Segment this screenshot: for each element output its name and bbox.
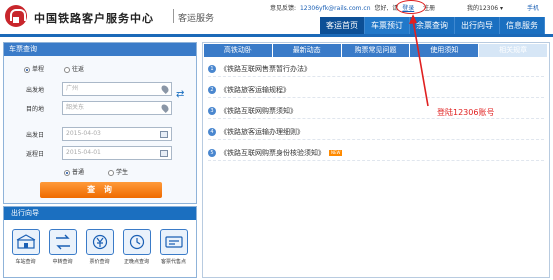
- calendar-icon[interactable]: [160, 131, 168, 138]
- round-trip-label: 往返: [71, 66, 84, 73]
- list-item[interactable]: 4 《铁路旅客运输办理细则》: [208, 126, 544, 140]
- notice-link[interactable]: 《铁路旅客运输规程》: [220, 86, 290, 94]
- guide-item-delay[interactable]: 正晚点查询: [118, 229, 155, 265]
- location-pin-icon[interactable]: [160, 103, 170, 113]
- guide-label: 票价查询: [89, 259, 110, 265]
- feedback-email-link[interactable]: 12306yfk@rails.com.cn: [300, 5, 371, 12]
- ticket-search-panel: 车票查询 单程 往返 出发地 广州 目的地 韶关东 ⇄ 出发日 2015-04-…: [3, 42, 197, 204]
- to-station-value: 韶关东: [66, 104, 85, 111]
- notice-link[interactable]: 《铁路互联网购票身份核验须知》: [220, 149, 325, 157]
- list-item[interactable]: 2 《铁路旅客运输规程》: [208, 84, 544, 98]
- tab-faq[interactable]: 购票常见问题: [341, 44, 411, 57]
- railway-logo-icon[interactable]: [5, 5, 27, 27]
- nav-item-home[interactable]: 客运首页: [320, 17, 365, 34]
- location-pin-icon[interactable]: [160, 84, 170, 94]
- depart-date-label: 出发日: [26, 132, 45, 139]
- nav-item-booking[interactable]: 车票预订: [365, 17, 410, 34]
- site-name: 中国铁路客户服务中心: [34, 12, 154, 25]
- notice-link[interactable]: 《铁路旅客运输办理细则》: [220, 128, 304, 136]
- greeting-text: 您好,: [374, 5, 389, 12]
- guide-item-station[interactable]: 车站查询: [7, 229, 44, 265]
- feedback-label: 意见反馈:: [270, 5, 297, 12]
- tab-usage-notes[interactable]: 使用须知: [410, 44, 480, 57]
- nav-item-remaining-tickets[interactable]: 余票查询: [410, 17, 455, 34]
- to-label: 目的地: [26, 106, 45, 113]
- guide-panel-title: 出行向导: [4, 207, 196, 220]
- passenger-type-group: 普通 学生: [64, 167, 150, 176]
- one-way-option[interactable]: 单程: [24, 66, 44, 73]
- student-label: 学生: [115, 169, 128, 176]
- guide-item-agency[interactable]: 客票代售点: [155, 229, 192, 265]
- travel-guide-panel: 出行向导 车站查询 中转查询 票价查询 正晚点查询 客票代售点: [3, 206, 197, 278]
- annotation-text: 登陆12306账号: [437, 108, 495, 117]
- return-date-label: 返程日: [26, 151, 45, 158]
- nav-item-travel-guide[interactable]: 出行向导: [455, 17, 500, 34]
- mobile-link[interactable]: 手机: [527, 3, 539, 12]
- normal-label: 普通: [72, 169, 85, 176]
- return-date-value: 2015-04-01: [66, 149, 101, 156]
- transfer-icon[interactable]: [48, 229, 77, 255]
- guide-label: 正晚点查询: [123, 259, 149, 265]
- guide-items: 车站查询 中转查询 票价查询 正晚点查询 客票代售点: [7, 229, 192, 265]
- guide-label: 客票代售点: [160, 259, 186, 265]
- round-trip-option[interactable]: 往返: [63, 66, 84, 73]
- login-highlight-circle: [396, 0, 426, 14]
- notice-link[interactable]: 《铁路互联网售票暂行办法》: [220, 65, 311, 73]
- calendar-icon[interactable]: [160, 150, 168, 157]
- item-number: 5: [208, 149, 216, 157]
- to-station-field[interactable]: 韶关东: [62, 101, 172, 115]
- item-number: 4: [208, 128, 216, 136]
- from-label: 出发地: [26, 87, 45, 94]
- item-number: 2: [208, 86, 216, 94]
- header-bottom-bar: [0, 34, 553, 37]
- price-icon[interactable]: [85, 229, 114, 255]
- search-panel-title: 车票查询: [4, 43, 196, 56]
- student-option[interactable]: 学生: [107, 169, 128, 176]
- agency-icon[interactable]: [159, 229, 188, 255]
- normal-option[interactable]: 普通: [64, 169, 84, 176]
- query-button[interactable]: 查 询: [40, 182, 162, 198]
- one-way-radio[interactable]: [24, 66, 30, 73]
- tab-high-speed[interactable]: 高铁动卧: [204, 44, 273, 57]
- notice-link[interactable]: 《铁路互联网购票须知》: [220, 107, 297, 115]
- content-tabs: 高铁动卧 最新动态 购票常见问题 使用须知 相关规章: [204, 44, 548, 57]
- clock-icon[interactable]: [122, 229, 151, 255]
- list-item[interactable]: 1 《铁路互联网售票暂行办法》: [208, 63, 544, 77]
- my-account-menu[interactable]: 我的12306 ▾: [467, 3, 503, 12]
- from-station-field[interactable]: 广州: [62, 82, 172, 96]
- tab-latest-news[interactable]: 最新动态: [272, 44, 342, 57]
- trip-type-group: 单程 往返: [24, 64, 102, 73]
- header-divider: [173, 9, 174, 23]
- nav-item-info-service[interactable]: 信息服务: [500, 17, 545, 34]
- from-station-value: 广州: [66, 85, 79, 92]
- depart-date-field[interactable]: 2015-04-03: [62, 127, 172, 141]
- normal-radio[interactable]: [64, 169, 70, 176]
- content-panel: 高铁动卧 最新动态 购票常见问题 使用须知 相关规章 1 《铁路互联网售票暂行办法…: [202, 42, 550, 278]
- guide-label: 车站查询: [15, 259, 36, 265]
- depart-date-value: 2015-04-03: [66, 130, 101, 137]
- new-badge: NEW: [329, 150, 343, 156]
- list-item[interactable]: 5 《铁路互联网购票身份核验须知》 NEW: [208, 147, 544, 161]
- guide-item-price[interactable]: 票价查询: [81, 229, 118, 265]
- station-icon[interactable]: [11, 229, 40, 255]
- item-number: 3: [208, 107, 216, 115]
- tab-regulations[interactable]: 相关规章: [479, 44, 548, 57]
- guide-label: 中转查询: [52, 259, 73, 265]
- one-way-label: 单程: [32, 66, 45, 73]
- site-header: 中国铁路客户服务中心 客运服务 意见反馈: 12306yfk@rails.com…: [0, 0, 553, 34]
- item-number: 1: [208, 65, 216, 73]
- main-nav: 客运首页 车票预订 余票查询 出行向导 信息服务: [320, 17, 545, 34]
- site-subtitle: 客运服务: [178, 14, 215, 24]
- swap-stations-icon[interactable]: ⇄: [176, 90, 186, 100]
- round-trip-radio[interactable]: [63, 66, 70, 73]
- guide-item-transfer[interactable]: 中转查询: [44, 229, 81, 265]
- return-date-field[interactable]: 2015-04-01: [62, 146, 172, 160]
- student-radio[interactable]: [107, 169, 114, 176]
